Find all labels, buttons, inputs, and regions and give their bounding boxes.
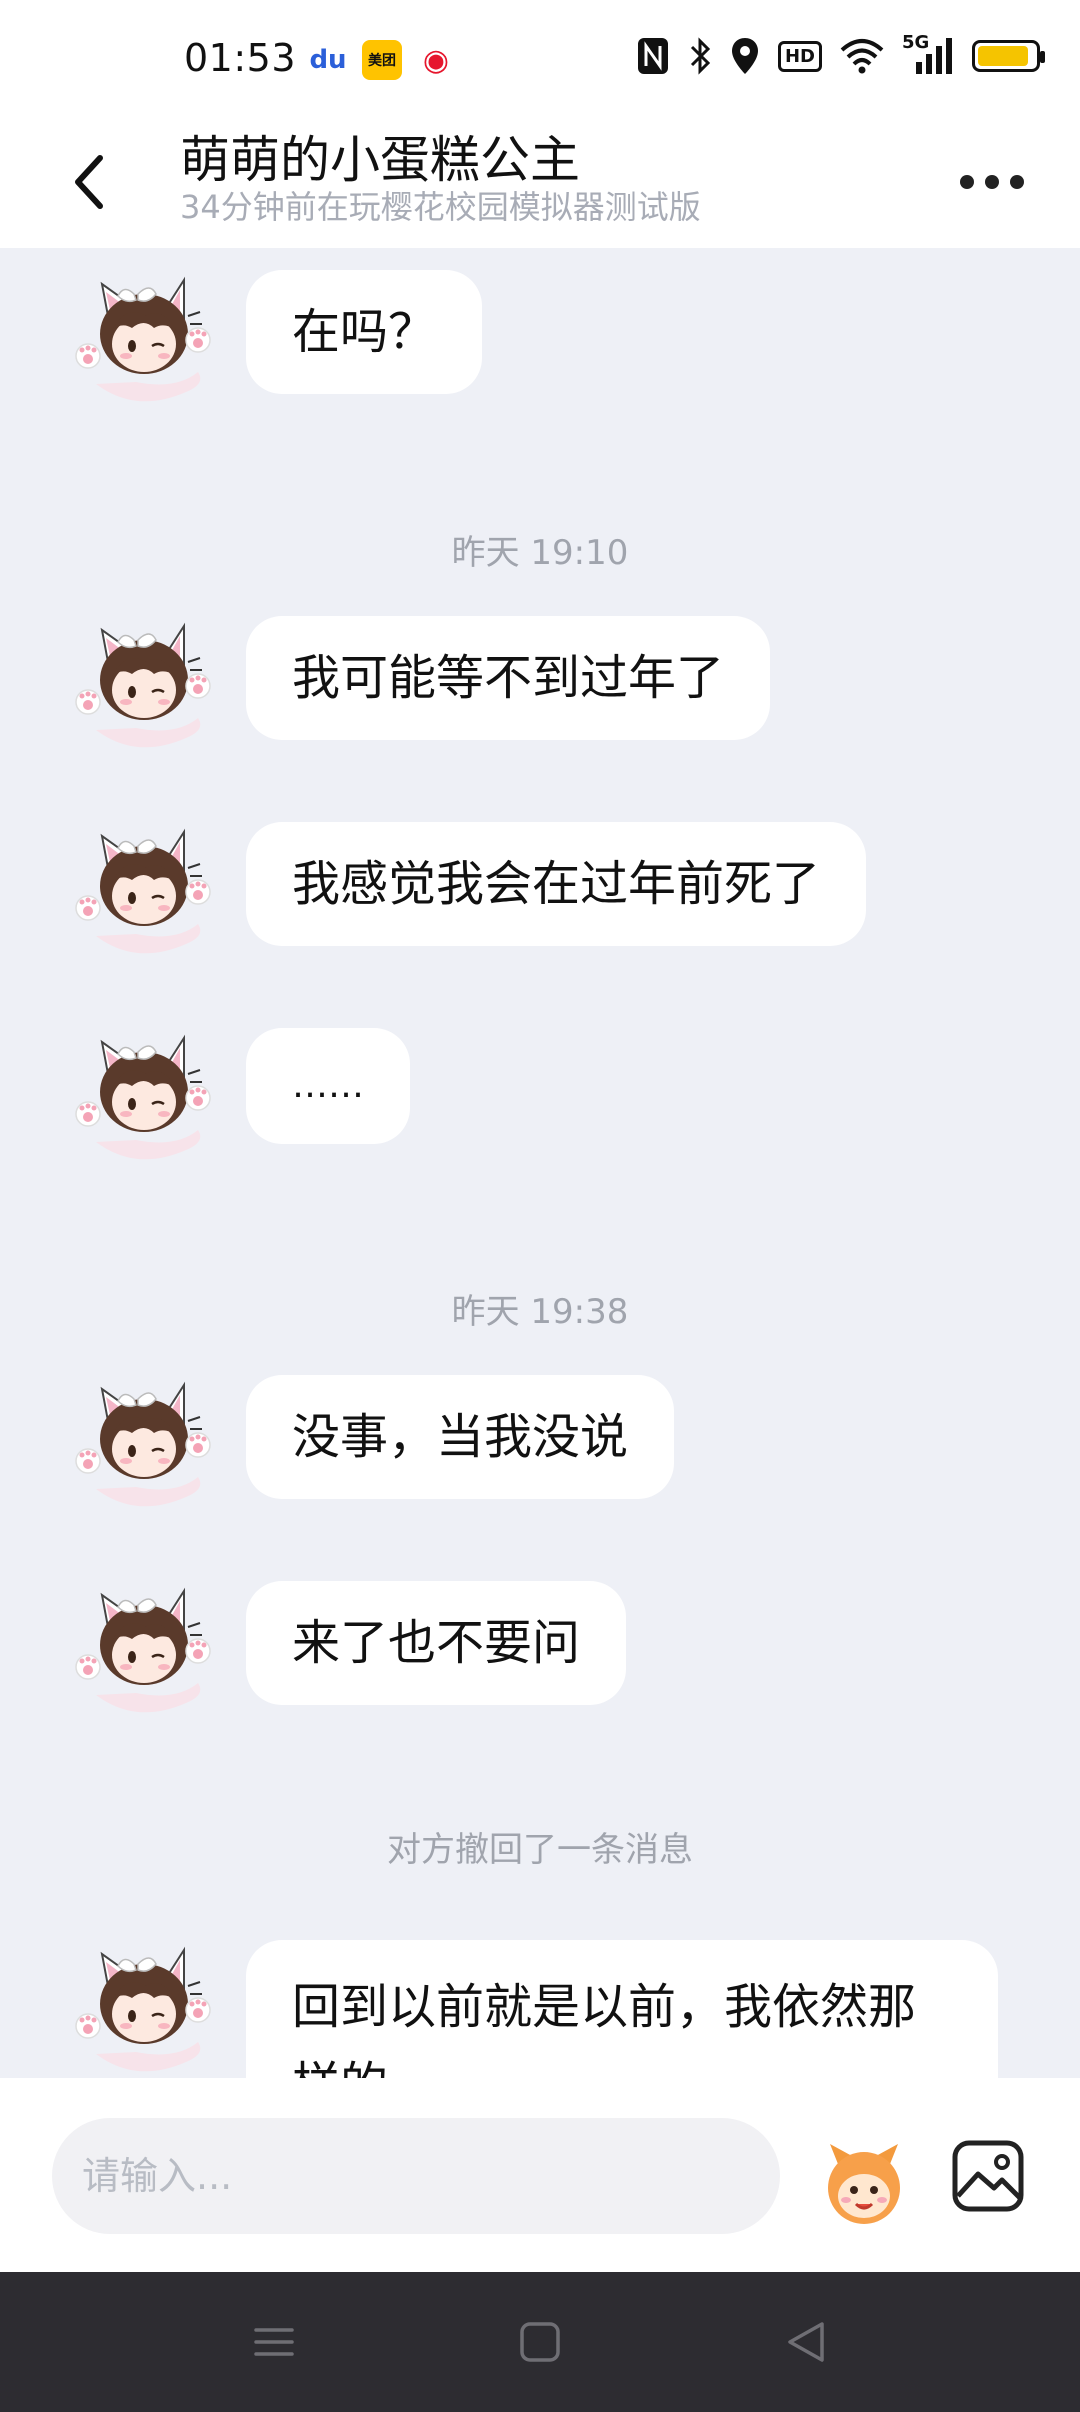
chat-message-list[interactable]: 在吗？ 昨天 19:10 我可能等不到过年了 我感觉我会在过年前死了 …… 昨天… xyxy=(0,248,1080,2078)
status-time: 01:53 xyxy=(184,36,297,80)
chat-header: 萌萌的小蛋糕公主 34分钟前在玩樱花校园模拟器测试版 xyxy=(0,120,1080,248)
contact-avatar[interactable] xyxy=(66,816,216,966)
nfc-icon xyxy=(637,38,668,74)
contact-avatar[interactable] xyxy=(66,1369,216,1519)
message-bubble[interactable]: 我可能等不到过年了 xyxy=(246,616,771,740)
back-triangle-icon[interactable] xyxy=(780,2316,832,2368)
message-timestamp: 昨天 19:38 xyxy=(451,1292,629,1332)
contact-avatar[interactable] xyxy=(66,1022,216,1172)
message-input[interactable] xyxy=(52,2118,780,2234)
battery-icon xyxy=(972,40,1045,72)
message-bubble[interactable]: 我感觉我会在过年前死了 xyxy=(246,822,867,946)
system-navigation-bar xyxy=(0,2272,1080,2412)
message-bubble[interactable]: …… xyxy=(246,1028,410,1144)
more-dot-icon xyxy=(985,175,999,189)
location-icon xyxy=(731,38,758,74)
back-button[interactable] xyxy=(60,142,130,222)
contact-status: 34分钟前在玩樱花校园模拟器测试版 xyxy=(180,188,701,226)
message-bubble[interactable]: 来了也不要问 xyxy=(246,1581,627,1705)
recalled-message-notice: 对方撤回了一条消息 xyxy=(387,1830,693,1870)
battery-level xyxy=(978,46,1028,66)
message-bubble[interactable]: 没事，当我没说 xyxy=(246,1375,675,1499)
contact-avatar[interactable] xyxy=(66,264,216,414)
hd-icon: HD xyxy=(777,40,822,72)
message-bubble[interactable]: 回到以前就是以前，我依然那样的 xyxy=(246,1940,998,2078)
more-dot-icon xyxy=(960,175,974,189)
signal-5g-icon: 5G xyxy=(902,32,954,76)
system-icons: HD 5G xyxy=(636,32,1045,76)
menu-icon[interactable] xyxy=(248,2316,300,2368)
input-bar xyxy=(0,2078,1080,2272)
bluetooth-icon xyxy=(690,37,711,75)
status-bar: 01:53 du 美团 ◉ HD 5G xyxy=(0,0,1080,120)
meituan-app-icon: 美团 xyxy=(362,40,402,80)
contact-avatar[interactable] xyxy=(66,1575,216,1725)
contact-avatar[interactable] xyxy=(66,610,216,760)
image-picker-button[interactable] xyxy=(950,2138,1026,2214)
home-icon[interactable] xyxy=(514,2316,566,2368)
message-timestamp: 昨天 19:10 xyxy=(451,533,629,573)
wifi-icon xyxy=(840,39,884,74)
more-dot-icon xyxy=(1010,175,1024,189)
contact-avatar[interactable] xyxy=(66,1934,216,2078)
emoji-sticker-button[interactable] xyxy=(816,2134,912,2230)
baidu-app-icon: du xyxy=(308,40,348,80)
more-options-button[interactable] xyxy=(960,160,1024,204)
notification-icons: du 美团 ◉ xyxy=(308,40,456,80)
weibo-app-icon: ◉ xyxy=(416,40,456,80)
message-bubble[interactable]: 在吗？ xyxy=(246,270,483,394)
